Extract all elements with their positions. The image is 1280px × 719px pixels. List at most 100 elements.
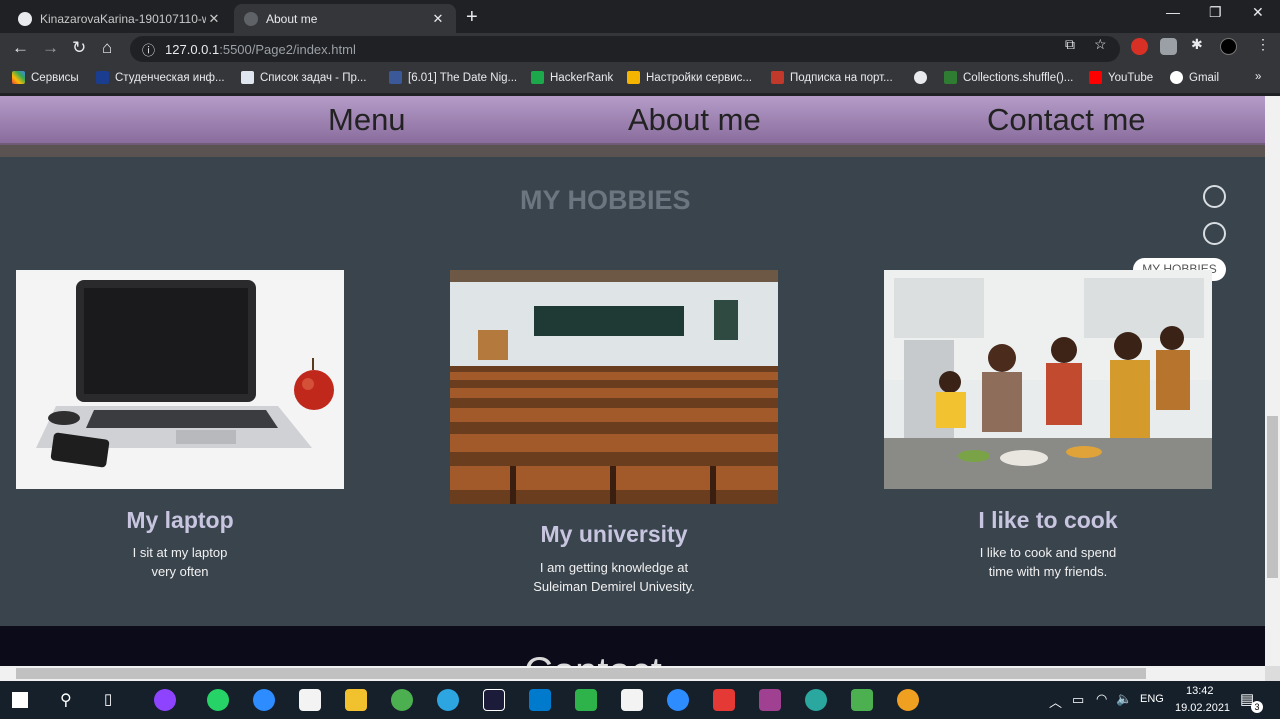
search-icon[interactable]: ⚲ [60, 690, 72, 710]
bookmark-item[interactable]: Gmail [1170, 71, 1219, 84]
notification-count-badge: 3 [1251, 701, 1263, 713]
minimize-icon[interactable]: — [1166, 4, 1180, 20]
notebook-icon[interactable] [621, 689, 643, 711]
puzzle-icon[interactable]: ✱ [1191, 36, 1203, 53]
card-title: I like to cook [978, 507, 1118, 533]
maximize-icon[interactable]: ❐ [1209, 4, 1222, 21]
new-tab-button[interactable]: + [466, 6, 478, 29]
bookmark-item[interactable]: Студенческая инф... [96, 71, 225, 84]
address-bar[interactable]: ⓘ 127.0.0.1:5500/Page2/index.html [130, 36, 1120, 62]
hackerrank-icon [531, 71, 544, 84]
profile-avatar[interactable] [1220, 38, 1237, 55]
vertical-scrollbar[interactable] [1265, 96, 1280, 666]
reload-icon[interactable]: ↻ [72, 38, 86, 58]
bookmark-item[interactable]: Подписка на порт... [771, 71, 893, 84]
app-icon[interactable] [154, 689, 176, 711]
extension-icon[interactable] [1131, 38, 1148, 55]
nav-about-link[interactable]: About me [628, 102, 761, 138]
nav-dot[interactable] [1203, 185, 1226, 208]
cooking-image [884, 270, 1212, 489]
code-icon [771, 71, 784, 84]
apps-icon [12, 71, 25, 84]
chrome-icon[interactable] [391, 689, 413, 711]
app-icon[interactable] [897, 689, 919, 711]
bookmark-favicon [241, 71, 254, 84]
zoom-icon[interactable] [667, 689, 689, 711]
site-nav: Menu About me Contact me [0, 96, 1265, 145]
browser-toolbar: ← → ↻ ⌂ ⓘ 127.0.0.1:5500/Page2/index.htm… [0, 33, 1280, 64]
app-icon[interactable] [851, 689, 873, 711]
bookmark-item[interactable]: Сервисы [12, 71, 79, 84]
file-explorer-icon[interactable] [345, 689, 367, 711]
nav-contact-link[interactable]: Contact me [987, 102, 1146, 138]
tab-github[interactable]: KinazarovaKarina-190107110-we ✕ [8, 4, 232, 33]
tab-title: KinazarovaKarina-190107110-we [40, 11, 206, 26]
card-text-line: Suleiman Demirel Univesity. [533, 579, 695, 594]
card-text-line: I sit at my laptop [132, 545, 228, 560]
telegram-icon[interactable] [437, 689, 459, 711]
app-icon[interactable] [253, 689, 275, 711]
card-title: My laptop [126, 507, 234, 533]
card-text-line: I like to cook and spend [979, 545, 1117, 560]
tab-title: About me [266, 11, 318, 26]
tab-about-me[interactable]: About me ✕ [234, 4, 456, 33]
nav-menu-link[interactable]: Menu [328, 102, 406, 138]
app-icon[interactable] [713, 689, 735, 711]
browser-chrome: KinazarovaKarina-190107110-we ✕ About me… [0, 0, 1280, 96]
language-indicator[interactable]: ENG [1140, 693, 1164, 705]
home-icon[interactable]: ⌂ [102, 38, 112, 58]
wifi-icon[interactable]: ◠ [1096, 691, 1107, 707]
tray-chevron-icon[interactable]: ︿ [1049, 692, 1062, 711]
windows-start-icon[interactable] [12, 692, 28, 708]
store-icon[interactable] [299, 689, 321, 711]
bookmark-item[interactable] [914, 71, 933, 84]
close-window-icon[interactable]: ✕ [1252, 4, 1264, 21]
translate-icon[interactable]: ⧉ [1065, 36, 1075, 53]
volume-icon[interactable]: 🔈 [1116, 691, 1132, 707]
hobby-card-university: My university I am getting knowledge at … [450, 270, 778, 600]
kebab-menu-icon[interactable]: ⋮ [1256, 36, 1270, 53]
close-tab-icon[interactable]: ✕ [430, 11, 446, 27]
card-text-line: time with my friends. [988, 564, 1108, 579]
forward-icon[interactable]: → [42, 38, 59, 58]
info-icon[interactable]: ⓘ [142, 40, 155, 59]
bookmark-item[interactable]: Список задач - Пр... [241, 71, 366, 84]
bookmark-item[interactable]: [6.01] The Date Nig... [389, 71, 517, 84]
card-text-line: very often [151, 564, 209, 579]
app-icon[interactable] [759, 689, 781, 711]
globe-icon [914, 71, 927, 84]
clock-date[interactable]: 19.02.2021 [1175, 702, 1230, 714]
extension-icon[interactable] [1160, 38, 1177, 55]
app-icon[interactable] [805, 689, 827, 711]
more-bookmarks-icon[interactable]: » [1255, 71, 1261, 83]
app-icon[interactable] [575, 689, 597, 711]
back-icon[interactable]: ← [12, 38, 29, 58]
nav-divider [0, 145, 1265, 157]
bookmark-favicon [389, 71, 402, 84]
bookmark-favicon [96, 71, 109, 84]
close-tab-icon[interactable]: ✕ [206, 11, 222, 27]
clock-time[interactable]: 13:42 [1186, 685, 1214, 697]
university-image [450, 270, 778, 504]
task-view-icon[interactable]: ▯ [104, 690, 112, 708]
nav-dot[interactable] [1203, 222, 1226, 245]
vscode-icon[interactable] [529, 689, 551, 711]
section-title: MY HOBBIES [520, 185, 691, 215]
horizontal-scroll-thumb[interactable] [16, 668, 1146, 679]
jetbrains-icon[interactable] [483, 689, 505, 711]
whatsapp-icon[interactable] [207, 689, 229, 711]
windows-taskbar: ⚲ ▯ ︿ ▭ ◠ 🔈 ENG 13:42 19.02.2021 ▤ 3 [0, 681, 1280, 719]
github-icon [18, 11, 32, 26]
bookmark-item[interactable]: HackerRank [531, 71, 613, 84]
card-text-line: I am getting knowledge at [539, 560, 689, 575]
laptop-image [16, 270, 344, 489]
bookmark-item[interactable]: YouTube [1089, 71, 1153, 84]
url-host: 127.0.0.1 [165, 41, 220, 57]
bookmark-star-icon[interactable]: ☆ [1094, 36, 1107, 53]
url-path: :5500/Page2/index.html [219, 41, 356, 57]
tab-strip: KinazarovaKarina-190107110-we ✕ About me… [0, 0, 1280, 33]
bookmark-item[interactable]: Настройки сервис... [627, 71, 752, 84]
bookmark-item[interactable]: Collections.shuffle()... [944, 71, 1073, 84]
vertical-scroll-thumb[interactable] [1267, 416, 1278, 578]
battery-icon[interactable]: ▭ [1072, 692, 1084, 708]
